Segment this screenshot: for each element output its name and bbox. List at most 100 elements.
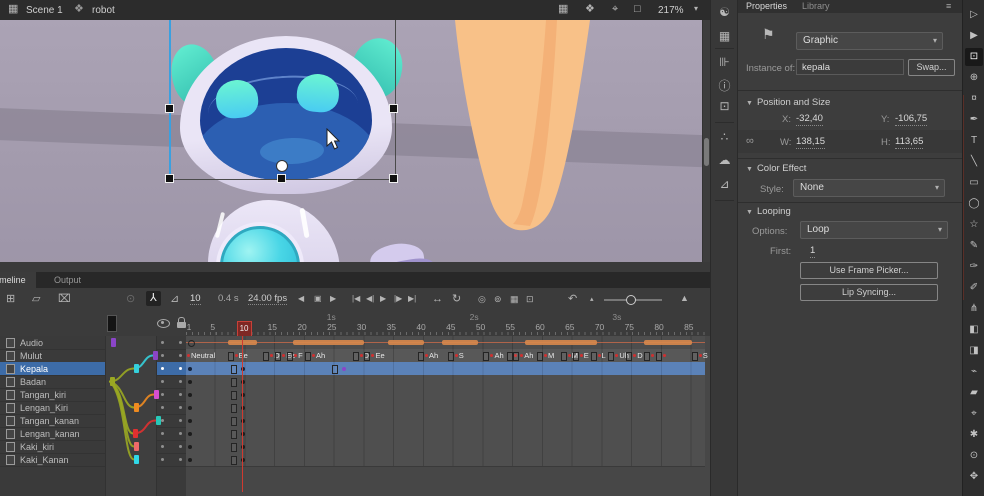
phoneme-keyframe[interactable] [282,354,285,357]
visibility-dot[interactable] [161,406,164,409]
lock-dot[interactable] [179,445,182,448]
timeline-zoom-in-icon[interactable]: ▲ [680,294,689,303]
layer-visibility-lock-Lengan_Kiri[interactable] [155,401,186,414]
layer-name-Kaki_Kanan[interactable]: Kaki_Kanan [0,453,105,466]
x-value[interactable]: -32,40 [796,113,823,126]
playback-icon-4[interactable]: ▶| [408,295,416,303]
phoneme-keyframe[interactable] [187,354,190,357]
phoneme-keyframe[interactable] [455,354,458,357]
playback-icon-1[interactable]: ◀| [366,295,374,303]
layer-visibility-lock-Mulut[interactable] [155,349,186,362]
frame-step-icon-1[interactable]: ▣ [314,295,322,303]
vscrollbar-thumb[interactable] [704,138,709,166]
instance-name-field[interactable]: kepala [796,59,904,75]
phoneme-keyframe[interactable] [490,354,493,357]
keyframe[interactable] [188,380,192,384]
frame-ruler[interactable]: 10 15101520253035404550556065707580851s2… [186,311,710,337]
delete-layer-icon[interactable]: ⌧ [58,294,71,305]
loop-playback-icon[interactable]: ↻ [452,294,461,305]
bone-tool[interactable]: ⋔ [965,300,983,318]
scene-icon[interactable]: ▦ [8,4,18,15]
playhead-line[interactable] [242,336,243,492]
subselection-tool[interactable]: ▶ [965,27,983,45]
free-transform-tool[interactable]: ⊡ [965,48,983,66]
selection-tool[interactable]: ▷ [965,6,983,24]
layer-frames-Tangan_kanan[interactable] [186,414,705,428]
visibility-dot[interactable] [161,341,164,344]
fps-field[interactable]: 24.00 fps [248,294,287,305]
transform-point[interactable] [276,160,288,172]
fluid-brush-tool[interactable]: ✑ [965,258,983,276]
layer-name-Kaki_kiri[interactable]: Kaki_kiri [0,440,105,453]
layer-visibility-lock-Kaki_kiri[interactable] [155,440,186,453]
visibility-dot[interactable] [161,380,164,383]
phoneme-keyframe[interactable] [270,354,273,357]
center-playhead-icon[interactable]: ↔ [432,294,443,305]
lip-syncing-button[interactable]: Lip Syncing... [800,284,938,301]
lock-aspect-icon[interactable]: ∞ [746,135,754,147]
oval-tool[interactable]: ◯ [965,195,983,213]
new-folder-icon[interactable]: ▱ [32,294,40,305]
parent-chip-Tangan_kiri[interactable] [154,390,159,399]
parenting-keyframe[interactable] [342,367,346,371]
handle-right-mid[interactable] [389,104,398,113]
layer-frames-Mulut[interactable]: NeutralEeDEeFAhDEeAhSAhAhMMELUhDS [186,349,705,363]
layer-row-Lengan_kanan[interactable]: Lengan_kanan [0,427,186,441]
phoneme-keyframe[interactable] [371,354,374,357]
layer-frames-Audio[interactable] [186,336,705,350]
layer-row-Lengan_Kiri[interactable]: Lengan_Kiri [0,401,186,415]
lock-dot[interactable] [179,419,182,422]
layer-visibility-lock-Kepala[interactable] [155,362,186,375]
ink-bottle-tool[interactable]: ◨ [965,342,983,360]
handle-left-mid[interactable] [165,104,174,113]
new-layer-icon[interactable]: ⊞ [6,294,15,305]
keyframe[interactable] [188,458,192,462]
layer-row-Kepala[interactable]: Kepala [0,362,186,376]
parent-chip-Kaki_Kanan[interactable] [134,455,139,464]
current-frame-field[interactable]: 10 [190,294,201,305]
parenting-view-icon[interactable]: ⅄ [146,291,161,306]
selection-bounding-box[interactable] [169,20,396,180]
camera-icon[interactable]: ⊙ [126,294,135,305]
first-frame-value[interactable]: 1 [810,245,815,258]
visibility-dot[interactable] [161,354,164,357]
stage-canvas[interactable] [0,20,710,272]
edit-symbol-icon[interactable]: ❖ [585,4,595,15]
onion-skin-icon-1[interactable]: ⊚ [494,295,502,304]
tab-timeline[interactable]: Timeline [0,272,36,288]
keyframe[interactable] [188,419,192,423]
transform-panel-icon[interactable]: ⊡ [711,99,738,113]
layer-frames-Lengan_Kiri[interactable] [186,401,705,415]
w-value[interactable]: 138,15 [796,136,825,149]
lock-column-icon[interactable] [177,317,186,328]
phoneme-keyframe[interactable] [544,354,547,357]
classic-brush-tool[interactable]: ✐ [965,279,983,297]
panel-menu-icon[interactable]: ≡ [946,1,951,11]
layer-visibility-lock-Tangan_kiri[interactable] [155,388,186,401]
onion-skin-icon-2[interactable]: ▦ [510,295,519,304]
swatches-panel-icon[interactable]: ▦ [711,29,738,43]
keyframe[interactable] [188,393,192,397]
tab-properties[interactable]: Properties [746,1,787,11]
parent-chip-Mulut[interactable] [153,351,158,360]
swap-button[interactable]: Swap... [908,59,955,76]
zoom-caret-icon[interactable]: ▾ [694,5,698,13]
visibility-dot[interactable] [161,432,164,435]
layer-frames-Kaki_Kanan[interactable] [186,453,705,467]
gradient-transform-tool[interactable]: ⊕ [965,69,983,87]
symbol-type-dropdown[interactable]: Graphic▾ [796,32,943,50]
pen-tool[interactable]: ✒ [965,111,983,129]
keyframe[interactable] [188,406,192,410]
paint-bucket-tool[interactable]: ◧ [965,321,983,339]
lock-dot[interactable] [179,354,182,357]
playback-icon-0[interactable]: |◀ [352,295,360,303]
color-panel-icon[interactable]: ☯ [711,5,738,19]
lock-dot[interactable] [179,380,182,383]
layer-name-Badan[interactable]: Badan [0,375,105,388]
layer-row-Kaki_Kanan[interactable]: Kaki_Kanan [0,453,186,467]
handle-bottom-left[interactable] [165,174,174,183]
camera-tool[interactable]: ⊙ [965,447,983,465]
phoneme-keyframe[interactable] [235,354,238,357]
layer-frames-Lengan_kanan[interactable] [186,427,705,441]
keyframe[interactable] [188,367,192,371]
